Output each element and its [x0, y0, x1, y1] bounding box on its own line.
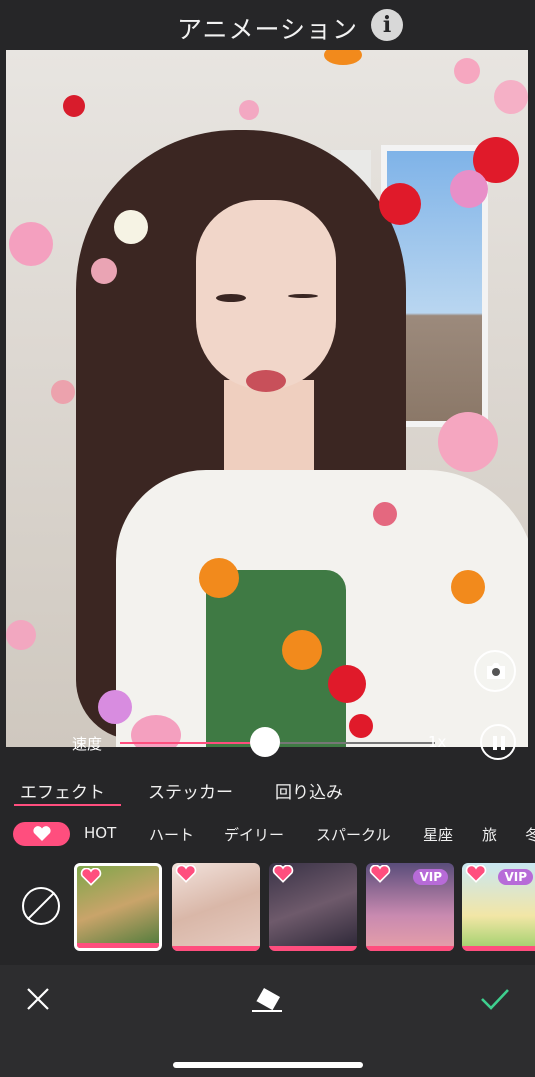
flower [324, 50, 362, 65]
flower [494, 80, 528, 114]
category-sparkle[interactable]: スパークル [316, 824, 391, 845]
speed-slider-fill [120, 742, 265, 744]
close-icon[interactable] [26, 987, 50, 1011]
speed-value: 1x [428, 733, 447, 751]
flower [373, 502, 397, 526]
flower [91, 258, 117, 284]
heart-icon [272, 865, 294, 883]
category-winter[interactable]: 冬 [525, 824, 535, 845]
category-hot[interactable]: HOT [84, 824, 116, 842]
heart-icon [465, 865, 487, 883]
no-effect-button[interactable] [22, 887, 60, 925]
category-heart[interactable]: ハート [149, 824, 194, 845]
category-travel[interactable]: 旅 [482, 824, 497, 845]
effect-thumbnail[interactable]: VIP [366, 863, 454, 951]
flower [438, 412, 498, 472]
flower [63, 95, 85, 117]
category-favorites[interactable] [13, 822, 70, 846]
flower [9, 222, 53, 266]
effect-thumbnail[interactable]: VIP [462, 863, 535, 951]
info-icon[interactable]: i [371, 9, 403, 41]
flower [379, 183, 421, 225]
vip-badge: VIP [413, 869, 448, 885]
flower [6, 620, 36, 650]
page-title: アニメーション [176, 15, 358, 44]
vip-badge: VIP [498, 869, 533, 885]
flower [114, 210, 148, 244]
flower [328, 665, 366, 703]
flower [450, 170, 488, 208]
heart-icon [175, 865, 197, 883]
heart-icon [369, 865, 391, 883]
heart-icon [33, 826, 51, 841]
camera-icon [487, 663, 505, 679]
flower [98, 690, 132, 724]
pause-button[interactable] [480, 724, 516, 760]
speed-slider-thumb[interactable] [249, 727, 280, 757]
eraser-icon[interactable] [250, 985, 284, 1013]
effect-thumbnail[interactable] [269, 863, 357, 951]
flower [454, 58, 480, 84]
camera-button[interactable] [474, 650, 516, 692]
bottom-toolbar [0, 965, 535, 1077]
tab-sticker[interactable]: ステッカー [148, 778, 233, 803]
home-indicator [173, 1062, 363, 1068]
category-zodiac[interactable]: 星座 [423, 824, 453, 845]
flower [51, 380, 75, 404]
category-bar: HOT ハート デイリー スパークル 星座 旅 冬 [0, 820, 535, 848]
category-daily[interactable]: デイリー [224, 824, 284, 845]
effect-thumbnail[interactable] [74, 863, 162, 951]
green-top [206, 570, 346, 747]
heart-icon [80, 868, 102, 886]
flower [451, 570, 485, 604]
checkmark-icon[interactable] [480, 987, 510, 1011]
header: アニメーション i [0, 0, 535, 50]
photo-preview [6, 50, 528, 747]
flower [239, 100, 259, 120]
tab-indicator [14, 804, 121, 806]
tab-bar: エフェクト ステッカー 回り込み [0, 770, 535, 810]
effect-list: VIP VIP [0, 857, 535, 957]
effect-thumbnail[interactable] [172, 863, 260, 951]
lips [246, 370, 286, 392]
tab-wrap[interactable]: 回り込み [275, 778, 343, 803]
tab-effect[interactable]: エフェクト [20, 778, 105, 803]
flower [349, 714, 373, 738]
flower [199, 558, 239, 598]
flower [282, 630, 322, 670]
speed-label: 速度 [72, 735, 103, 753]
